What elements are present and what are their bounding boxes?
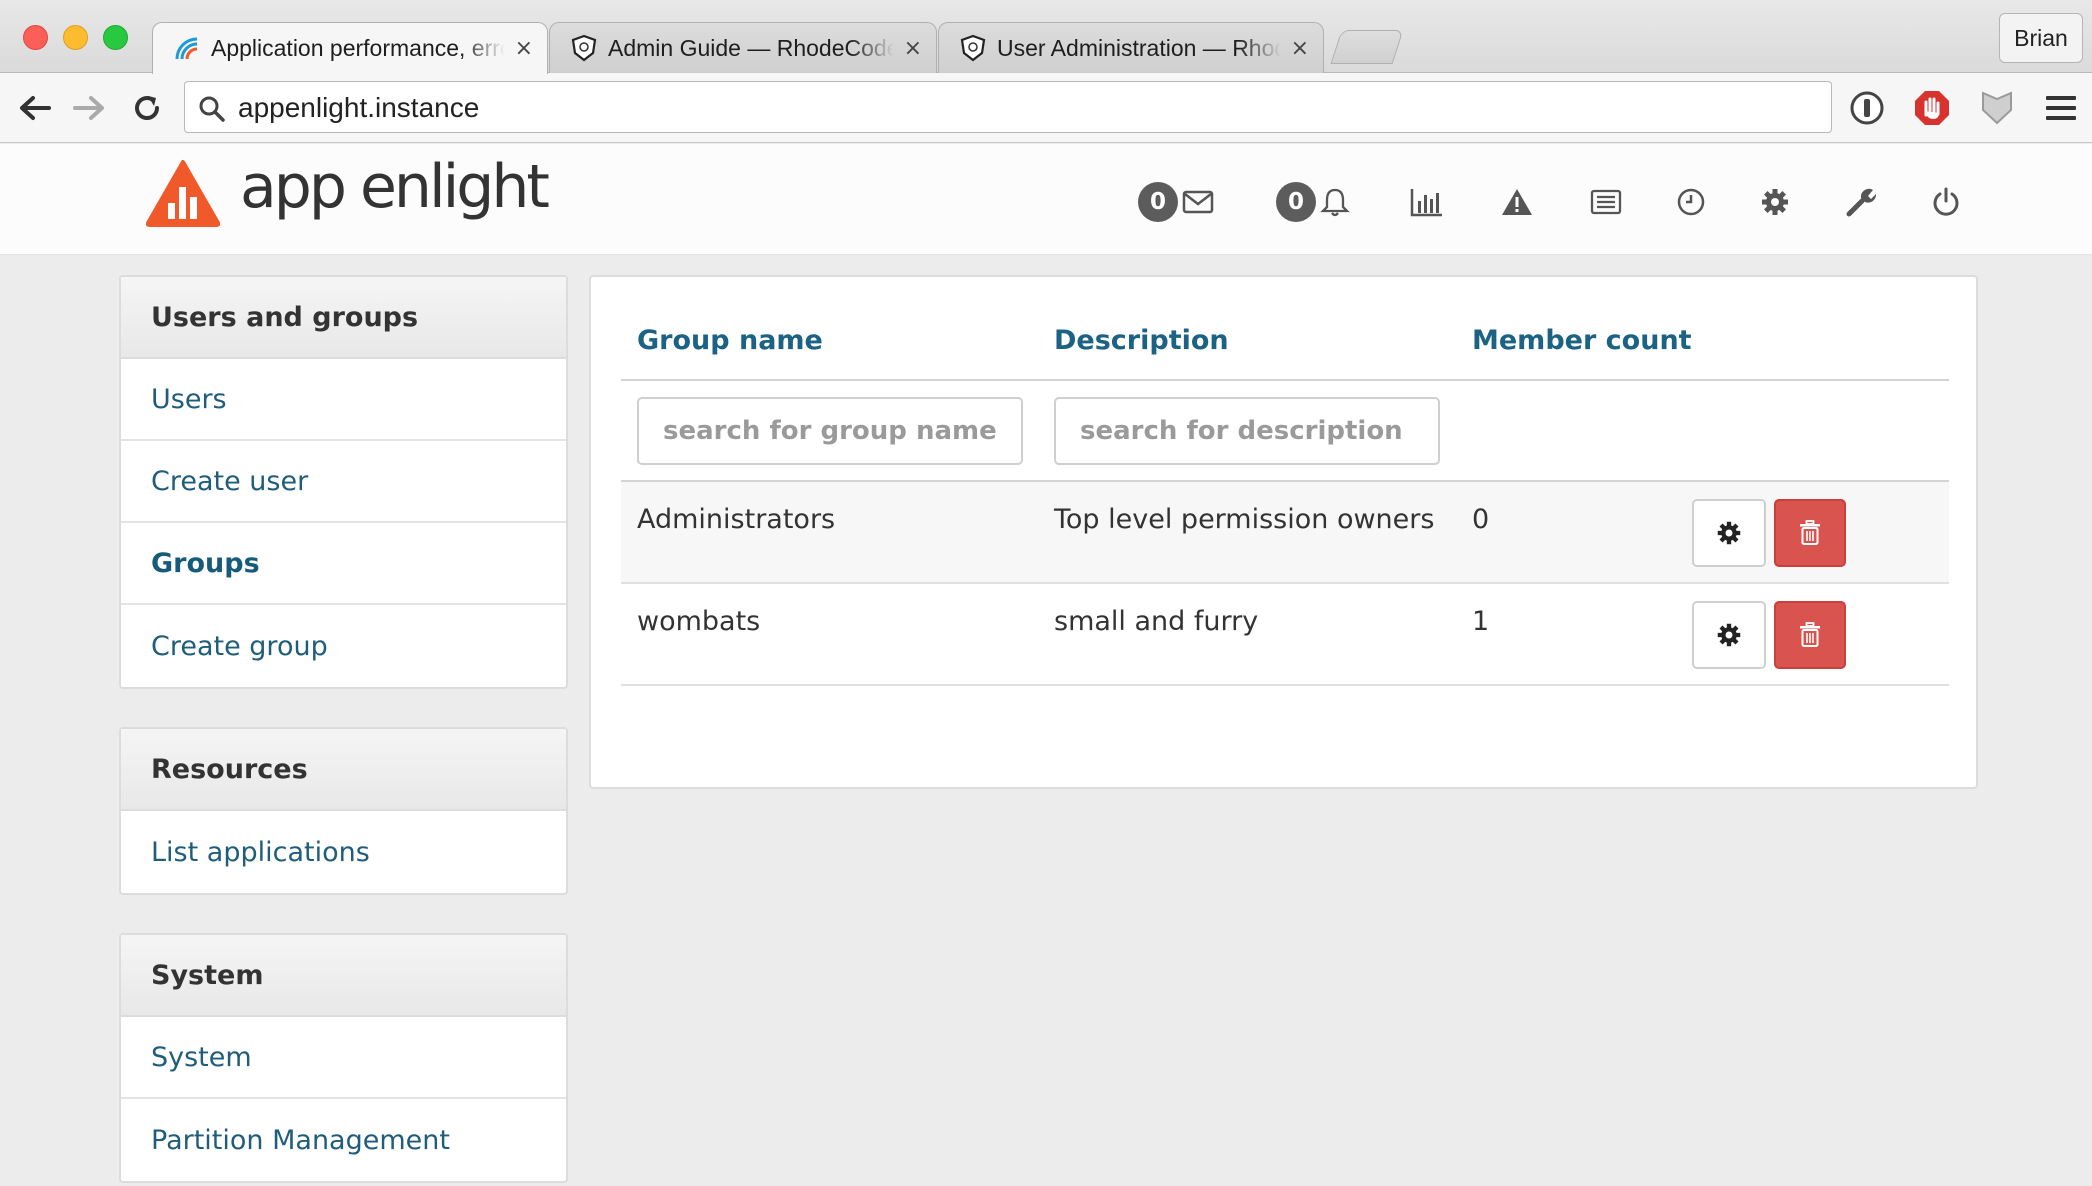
slow-calls-button[interactable] xyxy=(1676,182,1706,222)
resources-panel: Resources List applications xyxy=(119,727,568,895)
arrow-left-icon xyxy=(20,96,51,120)
description-search-input[interactable] xyxy=(1054,397,1440,465)
window-zoom-button[interactable] xyxy=(103,25,128,50)
gear-icon xyxy=(1762,189,1788,215)
tab-title: Application performance, error and log m… xyxy=(211,35,505,61)
group-name-cell: wombats xyxy=(637,606,761,637)
reports-button[interactable] xyxy=(1410,182,1444,222)
window-minimize-button[interactable] xyxy=(63,25,88,50)
description-cell: Top level permission owners xyxy=(1054,504,1435,535)
browser-toolbar: appenlight.instance xyxy=(0,73,2092,143)
window-close-button[interactable] xyxy=(23,25,48,50)
column-header-group-name[interactable]: Group name xyxy=(637,325,823,356)
trash-icon xyxy=(1800,520,1820,545)
1password-extension-button[interactable] xyxy=(1846,87,1888,129)
header-divider xyxy=(621,379,1949,381)
logs-button[interactable] xyxy=(1590,182,1622,222)
gear-icon xyxy=(1717,521,1741,545)
new-tab-button[interactable] xyxy=(1330,30,1404,64)
rhodecode-shield-favicon xyxy=(960,34,986,62)
messages-count-badge: 0 xyxy=(1138,182,1178,222)
group-name-search-input[interactable] xyxy=(637,397,1023,465)
notifications-count-badge: 0 xyxy=(1276,182,1316,222)
power-icon xyxy=(1933,187,1959,216)
member-count-cell: 0 xyxy=(1472,504,1490,535)
notifications-button[interactable]: 0 xyxy=(1276,182,1350,222)
appenlight-favicon xyxy=(175,37,198,59)
column-header-description[interactable]: Description xyxy=(1054,325,1229,356)
browser-tab-bar: User Administration — RhodeCode × Admin … xyxy=(0,0,2092,74)
sidebar-item-partition-management[interactable]: Partition Management xyxy=(121,1099,566,1181)
admin-tools-button[interactable] xyxy=(1845,182,1877,222)
system-panel: System System Partition Management xyxy=(119,933,568,1183)
forward-button[interactable] xyxy=(66,85,112,131)
stop-hand-icon xyxy=(1915,91,1949,125)
tab-title: Admin Guide — RhodeCode xyxy=(608,34,894,61)
hamburger-menu-icon xyxy=(2046,96,2076,120)
keyhole-icon xyxy=(1850,91,1884,125)
delete-group-button[interactable] xyxy=(1774,499,1846,567)
sidebar-item-groups[interactable]: Groups xyxy=(121,523,566,605)
search-icon xyxy=(199,96,225,122)
app-logo-text[interactable]: app enlight xyxy=(240,152,550,222)
list-icon xyxy=(1590,189,1622,215)
tab-close-icon[interactable]: × xyxy=(1291,36,1309,61)
reload-button[interactable] xyxy=(124,85,170,131)
adblock-extension-button[interactable] xyxy=(1911,87,1953,129)
shield-check-icon xyxy=(1982,91,2012,125)
bar-chart-icon xyxy=(1410,189,1442,217)
alerts-button[interactable] xyxy=(1501,182,1533,222)
envelope-icon xyxy=(1182,190,1214,214)
trash-icon xyxy=(1800,622,1820,647)
sidebar-item-system[interactable]: System xyxy=(121,1017,566,1099)
wrench-icon xyxy=(1846,188,1877,217)
settings-button[interactable] xyxy=(1760,182,1790,222)
sidebar-item-create-user[interactable]: Create user xyxy=(121,441,566,523)
messages-button[interactable]: 0 xyxy=(1138,182,1214,222)
profile-button[interactable]: Brian xyxy=(1999,13,2083,63)
edit-group-button[interactable] xyxy=(1692,601,1766,669)
column-header-member-count[interactable]: Member count xyxy=(1472,325,1692,356)
reload-icon xyxy=(135,96,159,120)
member-count-cell: 1 xyxy=(1472,606,1490,637)
sidebar-item-list-applications[interactable]: List applications xyxy=(121,811,566,893)
edit-group-button[interactable] xyxy=(1692,499,1766,567)
rhodecode-shield-favicon xyxy=(571,34,597,62)
sidebar-item-users[interactable]: Users xyxy=(121,359,566,441)
address-bar-url: appenlight.instance xyxy=(238,92,480,123)
gear-icon xyxy=(1717,623,1741,647)
tab-close-icon[interactable]: × xyxy=(515,36,533,61)
browser-menu-button[interactable] xyxy=(2040,87,2082,129)
panel-heading: Users and groups xyxy=(121,277,566,359)
group-name-cell: Administrators xyxy=(637,504,836,535)
tab-close-icon[interactable]: × xyxy=(904,36,922,61)
app-header: app enlight 0 0 xyxy=(0,144,2092,255)
browser-tab-user-administration[interactable]: User Administration — RhodeCode × xyxy=(938,22,1324,73)
tab-title: User Administration — RhodeCode xyxy=(997,34,1281,61)
appenlight-logo-icon[interactable] xyxy=(146,159,220,227)
warning-icon xyxy=(1502,189,1532,215)
description-cell: small and furry xyxy=(1054,606,1259,637)
browser-tab-admin-guide[interactable]: Admin Guide — RhodeCode × xyxy=(549,22,937,73)
groups-table-panel: Group name Description Member count Admi… xyxy=(589,275,1978,789)
panel-heading: System xyxy=(121,935,566,1017)
table-row: wombats small and furry 1 xyxy=(621,584,1949,686)
logout-button[interactable] xyxy=(1931,182,1961,222)
delete-group-button[interactable] xyxy=(1774,601,1846,669)
panel-heading: Resources xyxy=(121,729,566,811)
users-and-groups-panel: Users and groups Users Create user Group… xyxy=(119,275,568,689)
bell-icon xyxy=(1320,188,1350,217)
browser-tab-appenlight[interactable]: Application performance, error and log m… xyxy=(152,22,548,74)
pocket-extension-button[interactable] xyxy=(1976,87,2018,129)
table-row: Administrators Top level permission owne… xyxy=(621,482,1949,584)
clock-icon xyxy=(1677,188,1705,216)
address-bar[interactable]: appenlight.instance xyxy=(184,81,1832,133)
back-button[interactable] xyxy=(12,85,58,131)
arrow-right-icon xyxy=(73,96,104,120)
sidebar-item-create-group[interactable]: Create group xyxy=(121,605,566,687)
